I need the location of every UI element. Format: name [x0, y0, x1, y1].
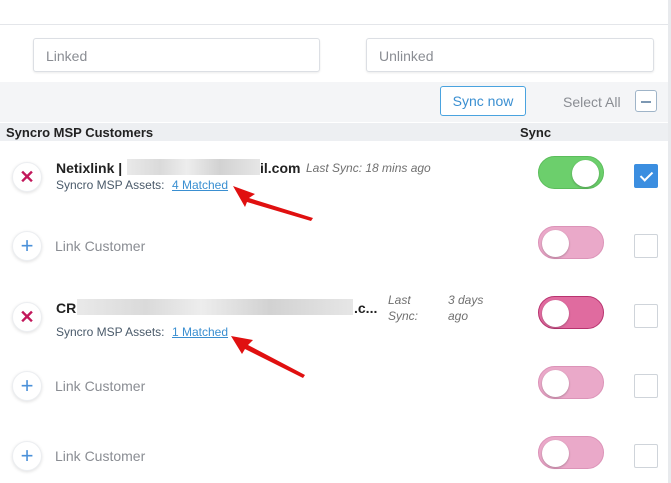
toggle-knob — [572, 160, 599, 187]
toggle-knob — [542, 230, 569, 257]
last-sync-label: Last Sync: — [388, 293, 419, 323]
matched-assets-link[interactable]: 1 Matched — [172, 325, 228, 339]
redacted-email — [127, 159, 260, 175]
row-select-checkbox[interactable] — [634, 374, 658, 398]
row-select-checkbox[interactable] — [634, 234, 658, 258]
sync-toggle[interactable] — [538, 226, 604, 259]
linked-filter-placeholder: Linked — [46, 48, 88, 64]
unlinked-filter-input[interactable]: Unlinked — [366, 38, 654, 72]
sync-now-button[interactable]: Sync now — [440, 86, 526, 116]
link-customer-label[interactable]: Link Customer — [55, 238, 145, 254]
row-select-checkbox[interactable] — [634, 164, 658, 188]
customer-name-prefix: Netixlink | — [56, 160, 123, 176]
sync-toggle[interactable] — [538, 156, 604, 189]
last-sync-text: Last Sync: 18 mins ago — [306, 161, 431, 175]
deselect-all-minus-icon[interactable] — [635, 90, 657, 112]
customer-name-prefix: CR — [56, 300, 77, 316]
row-select-checkbox[interactable] — [634, 304, 658, 328]
header-customers: Syncro MSP Customers — [6, 125, 154, 140]
row-select-checkbox[interactable] — [634, 444, 658, 468]
toggle-knob — [542, 370, 569, 397]
link-customer-label[interactable]: Link Customer — [55, 378, 145, 394]
sync-toggle[interactable] — [538, 436, 604, 469]
last-sync-value: 3 days ago — [448, 293, 484, 323]
annotation-arrow-icon — [231, 336, 305, 378]
customer-name-suffix: il.com — [260, 160, 301, 176]
top-band — [0, 0, 671, 25]
annotation-arrow-icon — [233, 186, 313, 221]
redacted-name — [77, 299, 353, 315]
link-plus-icon[interactable]: + — [12, 371, 42, 401]
assets-label: Syncro MSP Assets: — [56, 178, 165, 192]
matched-assets-link[interactable]: 4 Matched — [172, 178, 228, 192]
header-sync: Sync — [520, 125, 552, 140]
sync-toggle[interactable] — [538, 296, 604, 329]
link-plus-icon[interactable]: + — [12, 441, 42, 471]
unlink-close-x-icon[interactable]: ✕ — [12, 302, 42, 332]
assets-label: Syncro MSP Assets: — [56, 325, 165, 339]
unlinked-filter-placeholder: Unlinked — [379, 48, 434, 64]
toggle-knob — [542, 300, 569, 327]
toggle-knob — [542, 440, 569, 467]
linked-filter-input[interactable]: Linked — [33, 38, 320, 72]
customer-name-suffix: .c... — [354, 300, 378, 316]
unlink-close-x-icon[interactable]: ✕ — [12, 162, 42, 192]
select-all-label[interactable]: Select All — [563, 94, 621, 110]
sync-toggle[interactable] — [538, 366, 604, 399]
link-customer-label[interactable]: Link Customer — [55, 448, 145, 464]
link-plus-icon[interactable]: + — [12, 231, 42, 261]
